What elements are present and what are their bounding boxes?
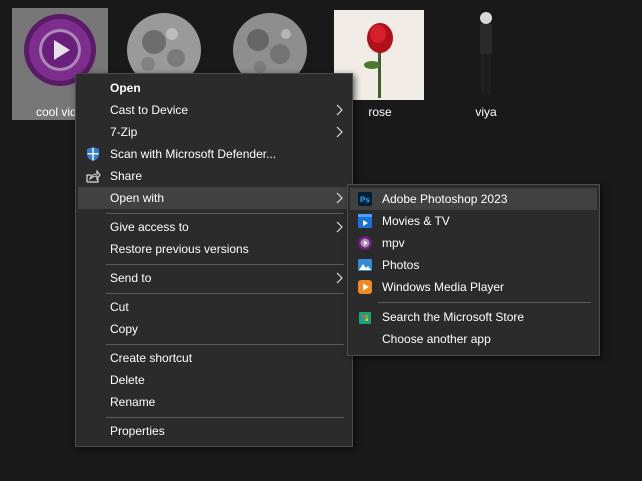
menu-item-create-shortcut[interactable]: Create shortcut [78, 347, 350, 369]
menu-item-share[interactable]: Share [78, 165, 350, 187]
menu-item-cut[interactable]: Cut [78, 296, 350, 318]
defender-shield-icon [87, 147, 99, 161]
menu-label: Adobe Photoshop 2023 [382, 192, 508, 206]
menu-label: Share [110, 169, 143, 183]
submenu-item-photos[interactable]: Photos [350, 254, 597, 276]
menu-item-scan-defender[interactable]: Scan with Microsoft Defender... [78, 143, 350, 165]
menu-label: mpv [382, 236, 405, 250]
menu-label: Create shortcut [110, 351, 193, 365]
photos-icon [358, 259, 372, 271]
menu-label: Give access to [110, 220, 189, 234]
chevron-right-icon [336, 272, 343, 284]
menu-separator [106, 344, 344, 345]
menu-item-copy[interactable]: Copy [78, 318, 350, 340]
chevron-right-icon [336, 126, 343, 138]
menu-item-restore-versions[interactable]: Restore previous versions [78, 238, 350, 260]
menu-item-7zip[interactable]: 7-Zip [78, 121, 350, 143]
file-viya[interactable]: viya [438, 8, 534, 120]
menu-label: Open with [110, 191, 165, 205]
svg-text:Ps: Ps [360, 196, 370, 205]
mpv-icon [358, 236, 372, 250]
menu-label: Rename [110, 395, 156, 409]
windows-media-player-icon [358, 280, 372, 294]
movies-tv-icon [358, 214, 372, 228]
chevron-right-icon [336, 192, 343, 204]
menu-separator [106, 293, 344, 294]
menu-label: Copy [110, 322, 139, 336]
menu-label: Cast to Device [110, 103, 189, 117]
menu-separator [378, 302, 591, 303]
menu-item-send-to[interactable]: Send to [78, 267, 350, 289]
file-label: viya [475, 105, 497, 119]
menu-item-cast-to-device[interactable]: Cast to Device [78, 99, 350, 121]
menu-label: Photos [382, 258, 420, 272]
menu-label: Windows Media Player [382, 280, 505, 294]
share-icon [86, 169, 101, 183]
menu-item-give-access[interactable]: Give access to [78, 216, 350, 238]
open-with-submenu: Ps Adobe Photoshop 2023 Movies & TV mpv … [347, 184, 600, 356]
menu-item-delete[interactable]: Delete [78, 369, 350, 391]
submenu-item-mpv[interactable]: mpv [350, 232, 597, 254]
context-menu: Open Cast to Device 7-Zip Scan with Micr… [75, 73, 353, 447]
chevron-right-icon [336, 104, 343, 116]
menu-label: Choose another app [382, 332, 491, 346]
menu-label: Restore previous versions [110, 242, 249, 256]
chevron-right-icon [336, 221, 343, 233]
menu-label: 7-Zip [110, 125, 138, 139]
menu-separator [106, 417, 344, 418]
microsoft-store-icon [359, 312, 371, 324]
menu-label: Properties [110, 424, 165, 438]
submenu-item-photoshop[interactable]: Ps Adobe Photoshop 2023 [350, 188, 597, 210]
menu-item-rename[interactable]: Rename [78, 391, 350, 413]
menu-item-open-with[interactable]: Open with [78, 187, 350, 209]
menu-item-open[interactable]: Open [78, 77, 350, 99]
menu-label: Movies & TV [382, 214, 450, 228]
menu-label: Open [110, 81, 141, 95]
menu-label: Scan with Microsoft Defender... [110, 147, 277, 161]
menu-separator [106, 264, 344, 265]
menu-label: Search the Microsoft Store [382, 310, 525, 324]
submenu-item-windows-media-player[interactable]: Windows Media Player [350, 276, 597, 298]
menu-label: Cut [110, 300, 129, 314]
menu-separator [106, 213, 344, 214]
submenu-item-choose-another-app[interactable]: Choose another app [350, 328, 597, 350]
menu-label: Send to [110, 271, 152, 285]
figure-thumbnail [480, 12, 492, 94]
photoshop-icon: Ps [358, 192, 372, 206]
menu-item-properties[interactable]: Properties [78, 420, 350, 442]
submenu-item-microsoft-store[interactable]: Search the Microsoft Store [350, 306, 597, 328]
menu-label: Delete [110, 373, 145, 387]
submenu-item-movies-tv[interactable]: Movies & TV [350, 210, 597, 232]
